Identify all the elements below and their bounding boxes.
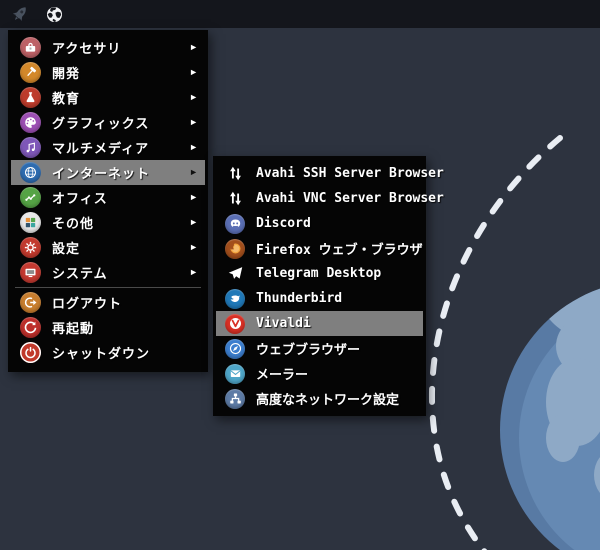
submenu-item-telegram[interactable]: Telegram Desktop <box>216 261 423 286</box>
submenu-item-vivaldi[interactable]: Vivaldi <box>216 311 423 336</box>
menu-separator <box>15 287 201 288</box>
submenu-item-label: 高度なネットワーク設定 <box>256 393 400 408</box>
submenu-arrow-icon: ► <box>189 142 198 152</box>
discord-icon <box>225 213 245 234</box>
menu-item-education[interactable]: 教育 ► <box>11 85 205 110</box>
submenu-item-network-settings[interactable]: 高度なネットワーク設定 <box>216 386 423 411</box>
submenu-item-label: メーラー <box>256 368 309 383</box>
menu-item-accessories[interactable]: アクセサリ ► <box>11 35 205 60</box>
telegram-plane-icon <box>225 264 245 284</box>
up-down-arrows-icon <box>225 189 245 209</box>
submenu-arrow-icon: ► <box>189 217 198 227</box>
menu-item-label: 再起動 <box>52 321 95 336</box>
menu-item-restart[interactable]: 再起動 <box>11 315 205 340</box>
firefox-icon <box>225 238 245 259</box>
menu-item-graphics[interactable]: グラフィックス ► <box>11 110 205 135</box>
submenu-arrow-icon: ► <box>189 192 198 202</box>
submenu-item-avahi-ssh[interactable]: Avahi SSH Server Browser <box>216 161 444 186</box>
desktop: アクセサリ ► 開発 ► 教育 ► グラフィックス ► マルチメディア ► イン… <box>0 0 600 550</box>
up-down-arrows-icon <box>225 164 245 184</box>
logout-arrow-icon <box>20 292 41 313</box>
power-icon <box>20 342 41 363</box>
submenu-item-thunderbird[interactable]: Thunderbird <box>216 286 423 311</box>
menu-item-label: 設定 <box>52 241 81 256</box>
music-note-icon <box>20 137 41 158</box>
menu-item-label: その他 <box>52 216 95 231</box>
submenu-arrow-icon: ► <box>189 242 198 252</box>
menu-item-label: マルチメディア <box>52 141 150 156</box>
submenu-item-label: Firefox ウェブ・ブラウザ <box>256 243 423 258</box>
submenu-arrow-icon: ► <box>189 267 198 277</box>
menu-item-label: ログアウト <box>52 296 123 311</box>
grid-icon <box>20 212 41 233</box>
submenu-arrow-icon: ► <box>189 117 198 127</box>
planet-illustration <box>500 280 600 550</box>
menu-item-label: システム <box>52 266 108 281</box>
compass-icon <box>225 338 245 359</box>
submenu-item-label: Telegram Desktop <box>256 266 382 281</box>
menu-item-label: インターネット <box>52 166 151 181</box>
submenu-item-label: Avahi SSH Server Browser <box>256 166 444 181</box>
submenu-item-mailer[interactable]: メーラー <box>216 361 423 386</box>
menu-item-settings[interactable]: 設定 ► <box>11 235 205 260</box>
thunderbird-icon <box>225 288 245 309</box>
menu-item-label: シャットダウン <box>52 346 151 361</box>
hammer-icon <box>20 62 41 83</box>
submenu-item-web-browser[interactable]: ウェブブラウザー <box>216 336 423 361</box>
submenu-arrow-icon: ► <box>189 167 198 177</box>
submenu-arrow-icon: ► <box>189 42 198 52</box>
menu-item-label: オフィス <box>52 191 108 206</box>
submenu-item-discord[interactable]: Discord <box>216 211 423 236</box>
menu-item-label: 開発 <box>52 66 81 81</box>
menu-item-system[interactable]: システム ► <box>11 260 205 285</box>
menu-item-other[interactable]: その他 ► <box>11 210 205 235</box>
submenu-arrow-icon: ► <box>189 67 198 77</box>
menu-item-multimedia[interactable]: マルチメディア ► <box>11 135 205 160</box>
internet-submenu: Avahi SSH Server Browser Avahi VNC Serve… <box>213 156 444 416</box>
flask-icon <box>20 87 41 108</box>
menu-item-development[interactable]: 開発 ► <box>11 60 205 85</box>
palette-icon <box>20 112 41 133</box>
chart-icon <box>20 187 41 208</box>
submenu-arrow-icon: ► <box>189 92 198 102</box>
menu-item-office[interactable]: オフィス ► <box>11 185 205 210</box>
menu-item-label: 教育 <box>52 91 81 106</box>
submenu-item-label: ウェブブラウザー <box>256 343 361 358</box>
menu-item-logout[interactable]: ログアウト <box>11 290 205 315</box>
taskbar <box>0 0 600 28</box>
earth-globe-icon[interactable] <box>44 4 64 24</box>
vivaldi-icon <box>225 313 245 334</box>
menu-item-shutdown[interactable]: シャットダウン <box>11 340 205 365</box>
globe-icon <box>20 162 41 183</box>
network-icon <box>225 388 245 409</box>
rocket-icon[interactable] <box>7 1 33 27</box>
menu-item-label: アクセサリ <box>52 41 122 56</box>
restart-arrow-icon <box>20 317 41 338</box>
mail-icon <box>225 363 245 384</box>
toolbox-icon <box>20 37 41 58</box>
root-menu: アクセサリ ► 開発 ► 教育 ► グラフィックス ► マルチメディア ► イン… <box>8 30 208 372</box>
submenu-item-label: Thunderbird <box>256 291 343 306</box>
submenu-item-firefox[interactable]: Firefox ウェブ・ブラウザ <box>216 236 423 261</box>
submenu-item-label: Vivaldi <box>256 316 311 331</box>
submenu-item-label: Avahi VNC Server Browser <box>256 191 444 206</box>
menu-item-label: グラフィックス <box>52 116 150 131</box>
submenu-item-avahi-vnc[interactable]: Avahi VNC Server Browser <box>216 186 444 211</box>
monitor-icon <box>20 262 41 283</box>
gear-icon <box>20 237 41 258</box>
submenu-item-label: Discord <box>256 216 311 231</box>
menu-item-internet[interactable]: インターネット ► <box>11 160 205 185</box>
